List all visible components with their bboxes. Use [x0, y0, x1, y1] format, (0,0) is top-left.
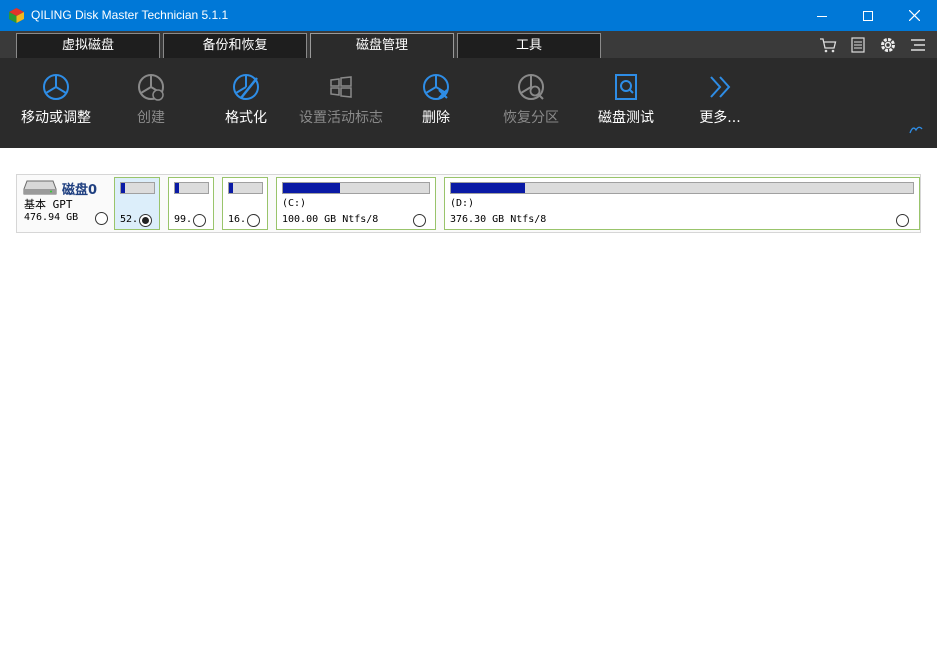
partition-size: 52. — [120, 214, 139, 225]
create-button[interactable]: 创建 — [126, 72, 176, 132]
usage-fill — [229, 183, 233, 193]
log-button[interactable] — [848, 35, 868, 55]
partition-size: 100.00 GB Ntfs/8 — [282, 214, 379, 225]
partition-size: 376.30 GB Ntfs/8 — [450, 214, 547, 225]
partition-1[interactable]: 52. — [114, 177, 160, 230]
gear-icon — [881, 38, 895, 52]
tab-backup-restore[interactable]: 备份和恢复 — [163, 33, 307, 58]
disk-test-icon — [615, 74, 637, 100]
menu-icon — [911, 39, 925, 51]
partition-radio[interactable] — [413, 214, 426, 227]
partition-radio[interactable] — [139, 214, 152, 227]
pie-delete-icon — [423, 74, 449, 100]
usage-fill — [175, 183, 179, 193]
pie-format-icon — [233, 74, 259, 100]
resize-grip-icon — [909, 126, 923, 134]
window-title: QILING Disk Master Technician 5.1.1 — [31, 8, 229, 22]
title-bar: QILING Disk Master Technician 5.1.1 — [0, 0, 937, 31]
partition-label: (C:) — [282, 198, 307, 209]
partition-2[interactable]: 99. — [168, 177, 214, 230]
document-list-icon — [851, 37, 865, 53]
double-chevron-right-icon — [710, 76, 731, 98]
partition-size: 16. — [228, 214, 247, 225]
close-icon — [908, 10, 920, 21]
partition-label: (D:) — [450, 198, 475, 209]
close-button[interactable] — [891, 0, 937, 31]
usage-bar — [282, 182, 430, 194]
usage-bar — [228, 182, 263, 194]
disk-test-button[interactable]: 磁盘测试 — [594, 72, 658, 132]
disk-row: 磁盘0 基本 GPT 476.94 GB 52. 99. 16. (C:) 10… — [16, 174, 921, 233]
cart-button[interactable] — [818, 35, 838, 55]
minimize-icon — [817, 15, 827, 17]
usage-fill — [283, 183, 340, 193]
recover-partition-button[interactable]: 恢复分区 — [500, 72, 562, 132]
more-button[interactable]: 更多... — [692, 72, 748, 132]
menu-button[interactable] — [908, 35, 928, 55]
windows-flag-icon — [330, 76, 352, 98]
partition-3[interactable]: 16. — [222, 177, 268, 230]
minimize-button[interactable] — [799, 0, 845, 31]
usage-fill — [451, 183, 525, 193]
disk-type: 基本 GPT — [24, 198, 73, 211]
disk-radio[interactable] — [95, 212, 108, 225]
tab-bar: 虚拟磁盘 备份和恢复 磁盘管理 工具 — [0, 31, 937, 58]
partition-radio[interactable] — [247, 214, 260, 227]
partition-radio[interactable] — [193, 214, 206, 227]
disk-size: 476.94 GB — [24, 212, 79, 223]
pie-search-icon — [518, 74, 544, 100]
tab-tools[interactable]: 工具 — [457, 33, 601, 58]
settings-button[interactable] — [878, 35, 898, 55]
tab-virtual-disk[interactable]: 虚拟磁盘 — [16, 33, 160, 58]
partition-d[interactable]: (D:) 376.30 GB Ntfs/8 — [444, 177, 920, 230]
usage-bar — [174, 182, 209, 194]
partition-radio[interactable] — [896, 214, 909, 227]
move-resize-button[interactable]: 移动或调整 — [18, 72, 94, 132]
usage-bar — [450, 182, 914, 194]
app-logo-icon — [9, 8, 24, 23]
cart-icon — [820, 38, 837, 53]
set-active-button[interactable]: 设置活动标志 — [298, 72, 384, 132]
toolbar: 移动或调整 创建 格式化 设置活动标志 删除 恢复分区 磁盘测试 更多... — [0, 58, 937, 148]
delete-button[interactable]: 删除 — [418, 72, 454, 132]
partition-c[interactable]: (C:) 100.00 GB Ntfs/8 — [276, 177, 436, 230]
usage-bar — [120, 182, 155, 194]
tab-disk-management[interactable]: 磁盘管理 — [310, 33, 454, 58]
partition-size: 99. — [174, 214, 193, 225]
maximize-icon — [863, 10, 873, 21]
usage-fill — [121, 183, 125, 193]
pie-resize-icon — [43, 74, 69, 100]
format-button[interactable]: 格式化 — [220, 72, 272, 132]
maximize-button[interactable] — [845, 0, 891, 31]
pie-create-icon — [138, 74, 164, 101]
disk-info[interactable]: 磁盘0 基本 GPT 476.94 GB — [17, 175, 113, 232]
hard-drive-icon — [23, 180, 57, 195]
